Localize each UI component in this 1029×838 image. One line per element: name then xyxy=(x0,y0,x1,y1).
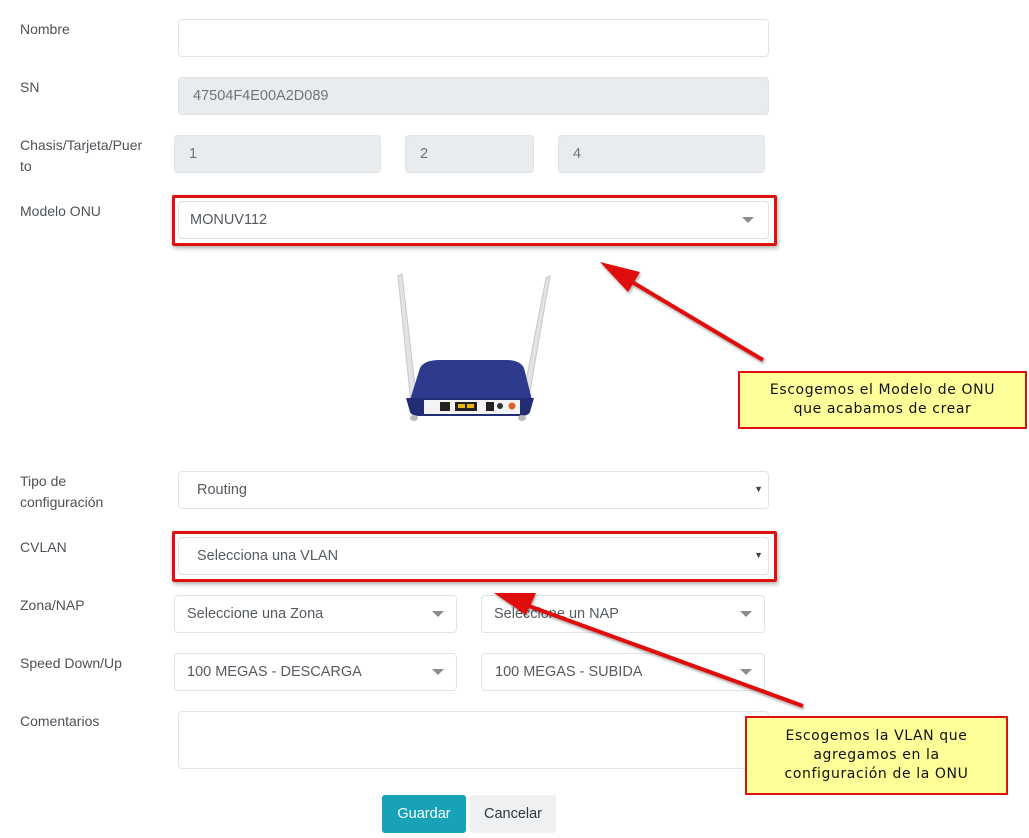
modelo-label: Modelo ONU xyxy=(20,203,101,219)
tipo-label-line1: Tipo de xyxy=(20,473,67,489)
comentarios-label: Comentarios xyxy=(20,713,100,729)
caret-down-icon xyxy=(740,669,752,675)
router-base-icon xyxy=(406,398,534,416)
speed-label: Speed Down/Up xyxy=(20,655,122,671)
highlight-cvlan xyxy=(172,531,777,582)
tipo-label-line2: configuración xyxy=(20,494,104,510)
speed-up-value: 100 MEGAS - SUBIDA xyxy=(495,664,643,680)
callout-modelo-line1: Escogemos el Modelo de ONU xyxy=(769,382,996,398)
zona-nap-label: Zona/NAP xyxy=(20,597,85,613)
speed-down-select[interactable]: 100 MEGAS - DESCARGA xyxy=(174,653,457,691)
sn-label: SN xyxy=(20,79,40,95)
tipo-label: Tipo de configuración xyxy=(20,471,103,513)
nap-select[interactable]: Seleccione un NAP xyxy=(481,595,765,633)
callout-modelo-line2: que acabamos de crear xyxy=(793,401,972,417)
antenna-left-icon xyxy=(397,273,419,415)
highlight-modelo xyxy=(172,195,777,246)
tipo-select[interactable]: Routing ▼ xyxy=(178,471,769,509)
callout-modelo: Escogemos el Modelo de ONU que acabamos … xyxy=(738,371,1027,429)
router-ports-panel xyxy=(424,400,520,414)
cvlan-label: CVLAN xyxy=(20,539,67,555)
caret-down-icon: ▼ xyxy=(754,484,763,494)
chasis-label-line2: to xyxy=(20,158,32,174)
tipo-select-value: Routing xyxy=(197,482,247,498)
arrow-modelo-line xyxy=(620,274,765,362)
router-body-icon xyxy=(410,360,532,400)
caret-down-icon xyxy=(432,669,444,675)
callout-vlan-line2: agregamos en la xyxy=(813,747,940,763)
callout-vlan-line1: Escogemos la VLAN que xyxy=(785,728,968,744)
arrow-modelo-head-icon xyxy=(600,262,640,292)
comentarios-textarea[interactable] xyxy=(178,711,769,769)
speed-down-value: 100 MEGAS - DESCARGA xyxy=(187,664,362,680)
cancel-button[interactable]: Cancelar xyxy=(470,795,556,833)
chasis-input: 1 xyxy=(174,135,381,173)
sn-input: 47504F4E00A2D089 xyxy=(178,77,769,115)
nap-select-value: Seleccione un NAP xyxy=(494,606,619,622)
nombre-label: Nombre xyxy=(20,21,70,37)
caret-down-icon xyxy=(432,611,444,617)
chasis-label-line1: Chasis/Tarjeta/Puer xyxy=(20,137,143,153)
zona-select-value: Seleccione una Zona xyxy=(187,606,324,622)
puerto-input: 4 xyxy=(558,135,765,173)
antenna-right-icon xyxy=(519,275,551,415)
caret-down-icon xyxy=(740,611,752,617)
tarjeta-input: 2 xyxy=(405,135,534,173)
callout-vlan: Escogemos la VLAN que agregamos en la co… xyxy=(745,716,1008,795)
nombre-input[interactable] xyxy=(178,19,769,57)
callout-vlan-line3: configuración de la ONU xyxy=(784,766,969,782)
save-button[interactable]: Guardar xyxy=(382,795,466,833)
speed-up-select[interactable]: 100 MEGAS - SUBIDA xyxy=(481,653,765,691)
zona-select[interactable]: Seleccione una Zona xyxy=(174,595,457,633)
chasis-label: Chasis/Tarjeta/Puer to xyxy=(20,135,142,177)
